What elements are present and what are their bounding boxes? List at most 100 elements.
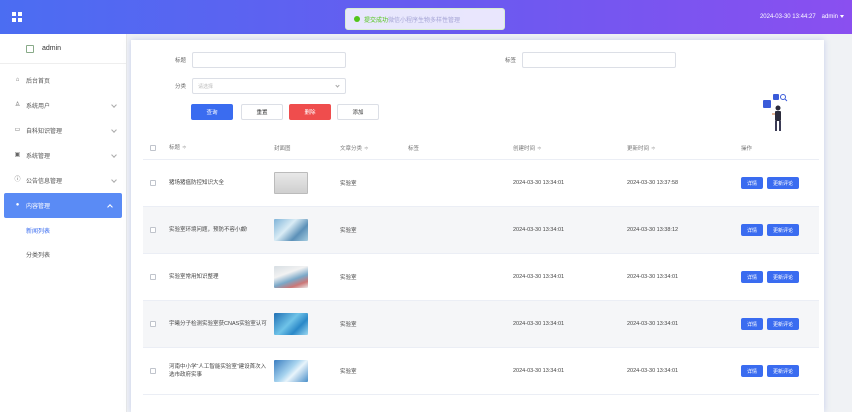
success-toast: 提交成功 微信小程序生物多样性管理	[345, 8, 505, 30]
success-dot-icon	[354, 16, 360, 22]
cover-image	[274, 172, 308, 194]
settings-icon: ▣	[14, 152, 21, 158]
table-row: 河南中小学“人工智能实验室”建设首次入选市政府实事 实验室 2024-03-30…	[143, 348, 819, 395]
row-checkbox[interactable]	[150, 274, 156, 280]
header-created-label: 创建时间	[513, 145, 536, 152]
row-checkbox[interactable]	[150, 180, 156, 186]
edit-button[interactable]: 更新评论	[767, 177, 799, 189]
main-content: 标题 标签 分类 请选择 查询 重置 删除 添加 标题 ≑ 封面图 文章分类 ≑…	[127, 34, 852, 412]
table-row: 宇曦分子检测实验室获CNAS实验室认可 实验室 2024-03-30 13:34…	[143, 301, 819, 348]
sidebar-subitem-label: 新闻列表	[26, 228, 51, 235]
detail-button[interactable]: 详情	[741, 224, 763, 236]
select-all-checkbox[interactable]	[150, 144, 156, 151]
sort-icon: ≑	[364, 145, 369, 152]
header-category-label: 文章分类	[340, 145, 363, 152]
sidebar-item-knowledge[interactable]: ▭ 自科知识管理	[0, 118, 126, 143]
cell-created: 2024-03-30 13:34:01	[513, 274, 565, 280]
cover-image	[274, 360, 308, 382]
tag-label: 标签	[505, 58, 517, 64]
chevron-down-icon	[335, 83, 340, 88]
detail-button[interactable]: 详情	[741, 365, 763, 377]
cell-category: 实验室	[340, 369, 357, 375]
tag-input[interactable]	[522, 52, 677, 68]
cover-image	[274, 266, 308, 288]
header-category[interactable]: 文章分类 ≑	[336, 144, 404, 152]
header-cover: 封面图	[274, 145, 291, 152]
header-title[interactable]: 标题 ≑	[163, 144, 270, 152]
table-row: 实验室常用知识整理 实验室 2024-03-30 13:34:01 2024-0…	[143, 254, 819, 301]
cell-created: 2024-03-30 13:34:01	[513, 321, 565, 327]
content-icon: ●	[15, 202, 20, 208]
book-icon: ▭	[14, 127, 21, 133]
sidebar-item-label: 系统管理	[26, 154, 51, 160]
cell-title: 宇曦分子检测实验室获CNAS实验室认可	[169, 321, 267, 327]
table-row: 猪场猪瘟防控知识大全 实验室 2024-03-30 13:34:01 2024-…	[143, 160, 819, 207]
sidebar-subitem-label: 分类列表	[26, 252, 51, 259]
edit-button[interactable]: 更新评论	[767, 365, 799, 377]
cell-category: 实验室	[340, 322, 357, 328]
chevron-up-icon	[107, 204, 113, 210]
title-input[interactable]	[192, 52, 347, 68]
cell-title: 实验室环境问题，预防不容小觑!	[169, 227, 248, 233]
category-label: 分类	[175, 84, 187, 90]
sidebar-item-label: 公告信息管理	[26, 179, 63, 185]
header-ops: 操作	[741, 145, 753, 152]
cell-updated: 2024-03-30 13:34:01	[627, 321, 679, 327]
notice-icon: ⓘ	[14, 177, 21, 183]
query-button[interactable]: 查询	[191, 104, 233, 120]
delete-button[interactable]: 删除	[289, 104, 331, 120]
sidebar-item-label: 系统用户	[26, 104, 51, 110]
toast-text: 提交成功	[364, 17, 389, 24]
cell-created: 2024-03-30 13:34:01	[513, 227, 565, 233]
user-menu[interactable]: admin	[822, 14, 844, 20]
home-icon: ⌂	[15, 77, 20, 83]
cell-category: 实验室	[340, 181, 357, 187]
row-checkbox[interactable]	[150, 227, 156, 233]
sidebar-item-label: 自科知识管理	[26, 129, 63, 135]
menu-grid-icon[interactable]	[12, 12, 22, 22]
table-row: 实验室环境问题，预防不容小觑! 实验室 2024-03-30 13:34:01 …	[143, 207, 819, 254]
cell-title: 实验室常用知识整理	[169, 274, 219, 280]
user-menu-label: admin	[821, 14, 838, 20]
header-created[interactable]: 创建时间 ≑	[509, 144, 623, 152]
sidebar-item-label: 后台首页	[26, 79, 51, 85]
edit-button[interactable]: 更新评论	[767, 224, 799, 236]
sidebar-item-home[interactable]: ⌂ 后台首页	[0, 68, 126, 93]
chevron-down-icon	[111, 177, 117, 183]
detail-button[interactable]: 详情	[741, 177, 763, 189]
sidebar-item-content[interactable]: ● 内容管理	[4, 193, 122, 218]
cover-image	[274, 219, 308, 241]
sidebar-item-label: 内容管理	[26, 204, 51, 210]
app-title: 微信小程序生物多样性管理	[388, 17, 461, 24]
header-updated-label: 更新时间	[627, 145, 650, 152]
avatar-icon	[26, 44, 34, 53]
caret-down-icon	[840, 14, 844, 18]
reset-button[interactable]: 重置	[241, 104, 283, 120]
title-label: 标题	[175, 58, 187, 64]
row-checkbox[interactable]	[150, 321, 156, 327]
news-table: 标题 ≑ 封面图 文章分类 ≑ 标签 创建时间 ≑ 更新时间 ≑ 操作 猪场猪瘟防控知识…	[143, 136, 819, 395]
sidebar-item-system[interactable]: ▣ 系统管理	[0, 143, 126, 168]
sidebar-item-notice[interactable]: ⓘ 公告信息管理	[0, 168, 126, 193]
edit-button[interactable]: 更新评论	[767, 318, 799, 330]
sort-icon: ≑	[651, 145, 656, 152]
cell-title: 猪场猪瘟防控知识大全	[169, 180, 225, 186]
cell-updated: 2024-03-30 13:34:01	[627, 274, 679, 280]
user-icon: ♙	[14, 102, 21, 108]
cell-title: 河南中小学“人工智能实验室”建设首次入选市政府实事	[169, 364, 267, 378]
category-placeholder: 请选择	[198, 83, 214, 90]
header-updated[interactable]: 更新时间 ≑	[623, 144, 737, 152]
detail-button[interactable]: 详情	[741, 271, 763, 283]
cell-category: 实验室	[340, 275, 357, 281]
sidebar-subitem-news-list[interactable]: 新闻列表	[0, 218, 126, 242]
edit-button[interactable]: 更新评论	[767, 271, 799, 283]
header-tag: 标签	[408, 145, 420, 152]
sidebar-subitem-category-list[interactable]: 分类列表	[0, 242, 126, 266]
category-select[interactable]: 请选择	[192, 78, 347, 94]
detail-button[interactable]: 详情	[741, 318, 763, 330]
chevron-down-icon	[111, 102, 117, 108]
sidebar-item-users[interactable]: ♙ 系统用户	[0, 93, 126, 118]
title-search-row: 标题	[175, 52, 347, 68]
row-checkbox[interactable]	[150, 368, 156, 374]
add-button[interactable]: 添加	[337, 104, 379, 120]
